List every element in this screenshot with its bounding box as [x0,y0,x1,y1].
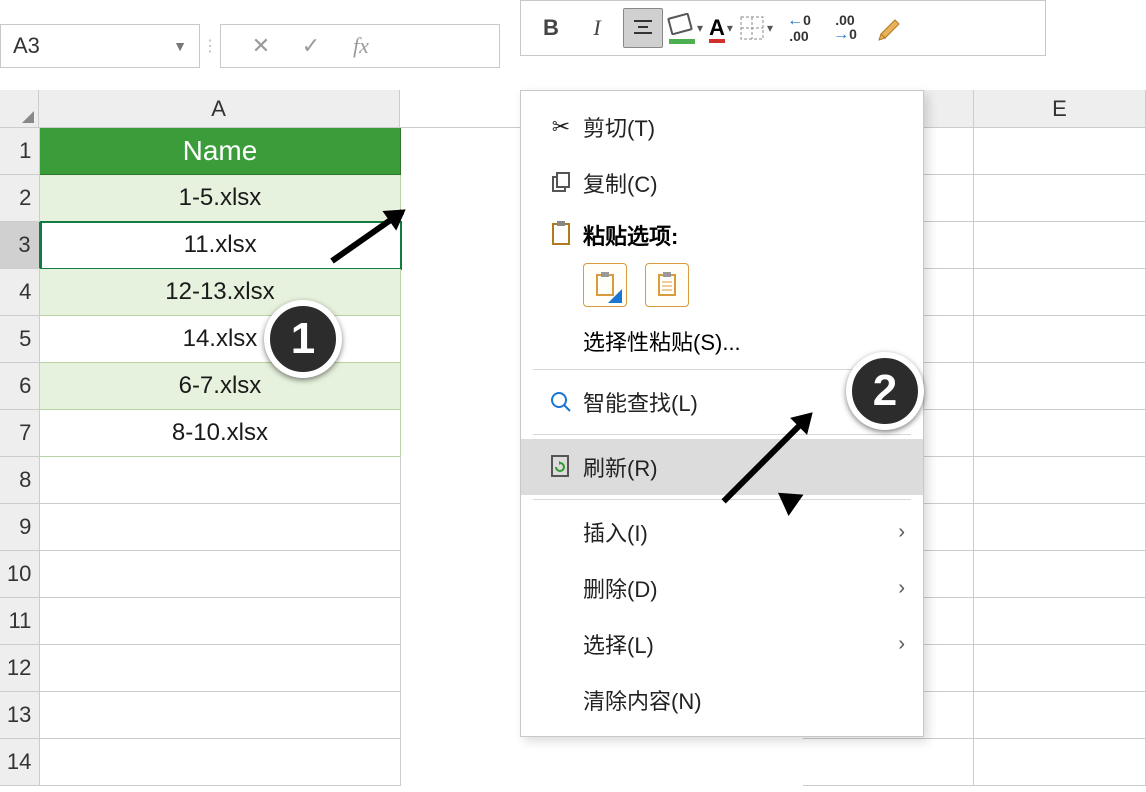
row-header[interactable]: 3 [0,222,41,269]
column-header-a[interactable]: A [39,90,400,127]
cell[interactable] [974,504,1146,551]
cell[interactable] [40,457,400,504]
cell[interactable]: 1-5.xlsx [40,175,400,222]
mini-toolbar: B I ▾ A ▾ ▾ ←0.00 .00→0 [520,0,1046,56]
menu-paste-header: 粘贴选项: [521,211,923,259]
separator-dots: ⋮ [200,36,220,56]
menu-select[interactable]: 选择(L) › [521,616,923,672]
fx-button[interactable]: fx [341,26,381,66]
row-header[interactable]: 12 [0,645,40,692]
paste-option-default[interactable] [583,263,627,307]
select-all-corner[interactable] [0,90,39,127]
chevron-down-icon: ▾ [725,21,733,35]
chevron-down-icon: ▾ [765,21,773,35]
row-header[interactable]: 2 [0,175,40,222]
cell[interactable] [974,645,1146,692]
row-header[interactable]: 5 [0,316,40,363]
decrease-decimal-button[interactable]: .00→0 [825,8,865,48]
row-header[interactable]: 6 [0,363,40,410]
cell[interactable] [974,316,1146,363]
font-color-icon: A [709,15,725,41]
cell[interactable] [974,175,1146,222]
cell[interactable] [803,739,975,786]
name-box[interactable]: A3 ▼ [0,24,200,68]
align-center-button[interactable] [623,8,663,48]
clipboard-icon [539,221,583,247]
cell[interactable] [974,269,1146,316]
cell[interactable] [974,692,1146,739]
row-header[interactable]: 4 [0,269,40,316]
callout-badge-1: 1 [264,300,342,378]
chevron-right-icon: › [898,577,905,600]
cell[interactable] [40,739,400,786]
chevron-right-icon: › [898,521,905,544]
italic-button[interactable]: I [577,8,617,48]
cell[interactable] [974,410,1146,457]
menu-delete[interactable]: 删除(D) › [521,560,923,616]
row-header[interactable]: 8 [0,457,40,504]
cell[interactable] [40,692,400,739]
menu-separator [533,434,911,435]
row-header[interactable]: 1 [0,128,40,175]
cell[interactable] [974,598,1146,645]
name-box-value: A3 [13,33,40,59]
chevron-right-icon: › [898,633,905,656]
cell[interactable]: 12-13.xlsx [40,269,400,316]
borders-icon [739,15,765,41]
chevron-down-icon: ▼ [173,38,187,54]
cell[interactable] [40,551,400,598]
table-row: 14 [0,739,1146,786]
menu-copy[interactable]: 复制(C) [521,155,923,211]
refresh-icon [539,454,583,480]
search-icon [539,391,583,413]
chevron-down-icon: ▾ [695,21,703,35]
cell[interactable]: 14.xlsx [40,316,400,363]
scissors-icon: ✂ [539,114,583,140]
increase-decimal-button[interactable]: ←0.00 [779,8,819,48]
row-header[interactable]: 13 [0,692,40,739]
cell[interactable] [974,457,1146,504]
callout-badge-2: 2 [846,352,924,430]
row-header[interactable]: 7 [0,410,40,457]
column-header-e[interactable]: E [974,90,1146,127]
formula-bar: A3 ▼ ⋮ ✕ ✓ fx [0,22,500,70]
borders-button[interactable]: ▾ [739,15,773,41]
cell[interactable]: Name [40,128,400,175]
format-painter-icon [877,14,905,42]
align-center-icon [632,19,654,37]
copy-icon [539,172,583,194]
cell[interactable] [974,739,1146,786]
row-header[interactable]: 11 [0,598,40,645]
decrease-decimal-icon: .00→0 [833,13,857,43]
formula-buttons: ✕ ✓ fx [220,24,500,68]
paste-option-values[interactable] [645,263,689,307]
cell[interactable] [40,645,400,692]
cell[interactable] [40,504,400,551]
cancel-formula-button[interactable]: ✕ [241,26,281,66]
menu-clear[interactable]: 清除内容(N) [521,672,923,728]
bold-button[interactable]: B [531,8,571,48]
cell[interactable] [974,128,1146,175]
accept-formula-button[interactable]: ✓ [291,26,331,66]
row-header[interactable]: 10 [0,551,40,598]
cell[interactable] [974,363,1146,410]
fill-color-button[interactable]: ▾ [669,15,703,41]
increase-decimal-icon: ←0.00 [787,13,811,43]
font-color-button[interactable]: A ▾ [709,15,733,41]
row-header[interactable]: 9 [0,504,40,551]
cell[interactable] [974,551,1146,598]
menu-insert[interactable]: 插入(I) › [521,504,923,560]
menu-cut[interactable]: ✂ 剪切(T) [521,99,923,155]
cell[interactable] [974,222,1146,269]
row-header[interactable]: 14 [0,739,40,786]
menu-refresh[interactable]: 刷新(R) [521,439,923,495]
cell[interactable] [40,598,400,645]
cell[interactable]: 6-7.xlsx [40,363,400,410]
fill-bucket-icon [669,15,695,41]
cell[interactable]: 8-10.xlsx [40,410,400,457]
paste-options [521,259,923,317]
format-painter-button[interactable] [871,8,911,48]
